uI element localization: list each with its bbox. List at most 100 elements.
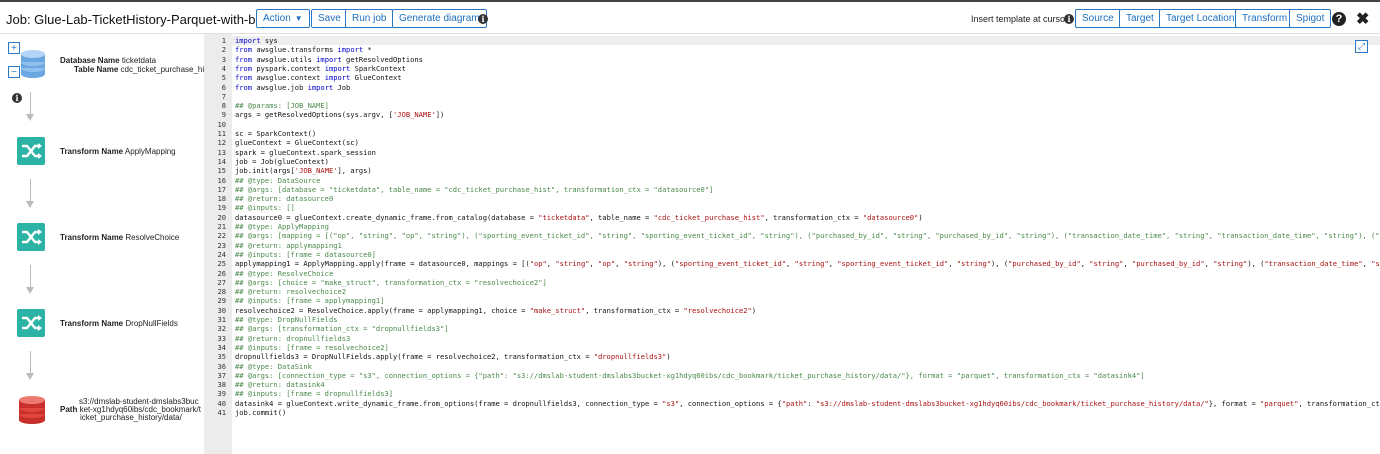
line-number: 24 [217,249,226,259]
source-database-label: Database Name ticketdata [60,56,157,65]
code-line[interactable]: 40 datasink4 = glueContext.write_dynamic_… [204,399,1380,408]
code-line[interactable]: 12 glueContext = GlueContext(sc) [204,138,1380,147]
code-line[interactable]: 13 spark = glueContext.spark_session [204,148,1380,157]
code-line[interactable]: 27 ## @args: [choice = "make_struct", tra… [204,278,1380,287]
code-line[interactable]: 11 sc = SparkContext() [204,129,1380,138]
line-number: 8 [221,101,226,111]
template-target-button[interactable]: Target [1119,9,1161,28]
code-line[interactable]: 39 ## @inputs: [frame = dropnullfields3] [204,389,1380,398]
line-number: 38 [217,380,226,390]
code-text: dropnullfields3 = DropNullFields.apply(f… [235,352,671,362]
target-path-line: icket_purchase_history/data/ [80,413,182,422]
template-source-button[interactable]: Source [1075,9,1121,28]
code-line[interactable]: 36 ## @type: DataSink [204,362,1380,371]
code-line[interactable]: 29 ## @inputs: [frame = applymapping1] [204,296,1380,305]
job-diagram: + − i Database Name ticketdata Table Nam… [0,34,208,454]
info-icon[interactable]: i [12,93,22,103]
line-number: 32 [217,324,226,334]
code-text: ## @args: [choice = "make_struct", trans… [235,277,547,287]
code-text: ## @inputs: [frame = applymapping1] [235,296,385,306]
transform-icon[interactable] [17,223,45,251]
code-text: import sys [235,36,278,45]
code-text: sc = SparkContext() [235,129,317,138]
template-spigot-button[interactable]: Spigot [1289,9,1332,28]
line-number: 10 [217,119,226,129]
code-line[interactable]: 2 from awsglue.transforms import * [204,45,1380,54]
code-text: datasink4 = glueContext.write_dynamic_fr… [235,398,1380,408]
code-line[interactable]: 16 ## @type: DataSource [204,176,1380,185]
code-line[interactable]: 37 ## @args: [connection_type = "s3", con… [204,371,1380,380]
save-button[interactable]: Save [311,9,348,28]
code-line[interactable]: 35 dropnullfields3 = DropNullFields.apply… [204,352,1380,361]
expand-icon[interactable]: ⤢ [1355,40,1368,53]
code-line[interactable]: 33 ## @return: dropnullfields3 [204,334,1380,343]
code-line[interactable]: 17 ## @args: [database = "ticketdata", ta… [204,185,1380,194]
line-number: 1 [221,36,226,45]
line-number: 15 [217,166,226,176]
template-target-location-button[interactable]: Target Location [1159,9,1242,28]
code-text: datasource0 = glueContext.create_dynamic… [235,212,923,222]
zoom-out-button[interactable]: − [8,66,20,78]
code-text: ## @args: [mapping = [("op", "string", "… [235,231,1380,241]
code-line[interactable]: 21 ## @type: ApplyMapping [204,222,1380,231]
code-line[interactable]: 26 ## @type: ResolveChoice [204,269,1380,278]
code-line[interactable]: 5 from awsglue.context import GlueContext [204,73,1380,82]
insert-template-label: Insert template at cursor [971,14,1069,24]
template-transform-button[interactable]: Transform [1235,9,1295,28]
code-line[interactable]: 41 job.commit() [204,408,1380,417]
code-line[interactable]: 7 [204,92,1380,101]
code-line[interactable]: 19 ## @inputs: [] [204,203,1380,212]
code-line[interactable]: 24 ## @inputs: [frame = datasource0] [204,250,1380,259]
script-editor[interactable]: 1 import sys 2 from awsglue.transforms impo… [204,34,1380,454]
code-text: from awsglue.context import GlueContext [235,73,402,83]
code-text: spark = glueContext.spark_session [235,147,376,157]
line-number: 3 [221,54,226,64]
code-text: resolvechoice2 = ResolveChoice.apply(fra… [235,305,757,315]
code-text: from awsglue.job import Job [235,82,351,92]
code-line[interactable]: 9 args = getResolvedOptions(sys.argv, ['J… [204,110,1380,119]
flow-arrow [26,92,34,121]
code-line[interactable]: 18 ## @return: datasource0 [204,194,1380,203]
help-icon[interactable]: ? [1332,12,1346,26]
code-line[interactable]: 25 applymapping1 = ApplyMapping.apply(fra… [204,259,1380,268]
line-number: 31 [217,315,226,324]
code-line[interactable]: 22 ## @args: [mapping = [("op", "string",… [204,231,1380,240]
close-icon[interactable]: ✖ [1356,9,1369,29]
code-line[interactable]: 3 from awsglue.utils import getResolvedOp… [204,55,1380,64]
code-line[interactable]: 6 from awsglue.job import Job [204,83,1380,92]
code-line[interactable]: 20 datasource0 = glueContext.create_dynam… [204,213,1380,222]
generate-diagram-button[interactable]: Generate diagram [392,9,487,28]
s3-target-icon[interactable] [17,394,47,426]
code-line[interactable]: 4 from pyspark.context import SparkContex… [204,64,1380,73]
transform-icon[interactable] [17,137,45,165]
transform-icon[interactable] [17,309,45,337]
zoom-in-button[interactable]: + [8,42,20,54]
code-line[interactable]: 38 ## @return: datasink4 [204,380,1380,389]
code-line[interactable]: 8 ## @params: [JOB_NAME] [204,101,1380,110]
code-text: ## @return: datasource0 [235,194,334,204]
line-number: 35 [217,352,226,362]
action-dropdown[interactable]: Action ▼ [256,9,310,28]
run-job-button[interactable]: Run job [345,9,394,28]
info-icon[interactable]: i [1064,14,1074,24]
code-text: applymapping1 = ApplyMapping.apply(frame… [235,259,1380,269]
line-number: 7 [221,91,226,101]
line-number: 18 [217,194,226,204]
code-line[interactable]: 23 ## @return: applymapping1 [204,241,1380,250]
code-text: ## @return: datasink4 [235,380,325,390]
code-line[interactable]: 10 [204,120,1380,129]
line-number: 40 [217,398,226,408]
transform-label: Transform Name ApplyMapping [60,147,176,156]
code-text: ## @return: dropnullfields3 [235,333,351,343]
code-text: ## @type: DataSource [235,175,321,185]
code-line[interactable]: 30 resolvechoice2 = ResolveChoice.apply(f… [204,306,1380,315]
info-icon[interactable]: i [478,14,488,24]
code-line[interactable]: 1 import sys [204,36,1380,46]
code-line[interactable]: 34 ## @inputs: [frame = resolvechoice2] [204,343,1380,352]
code-line[interactable]: 31 ## @type: DropNullFields [204,315,1380,324]
code-line[interactable]: 14 job = Job(glueContext) [204,157,1380,166]
database-icon[interactable] [20,48,46,80]
code-line[interactable]: 15 job.init(args['JOB_NAME'], args) [204,166,1380,175]
code-line[interactable]: 32 ## @args: [transformation_ctx = "dropn… [204,324,1380,333]
code-line[interactable]: 28 ## @return: resolvechoice2 [204,287,1380,296]
